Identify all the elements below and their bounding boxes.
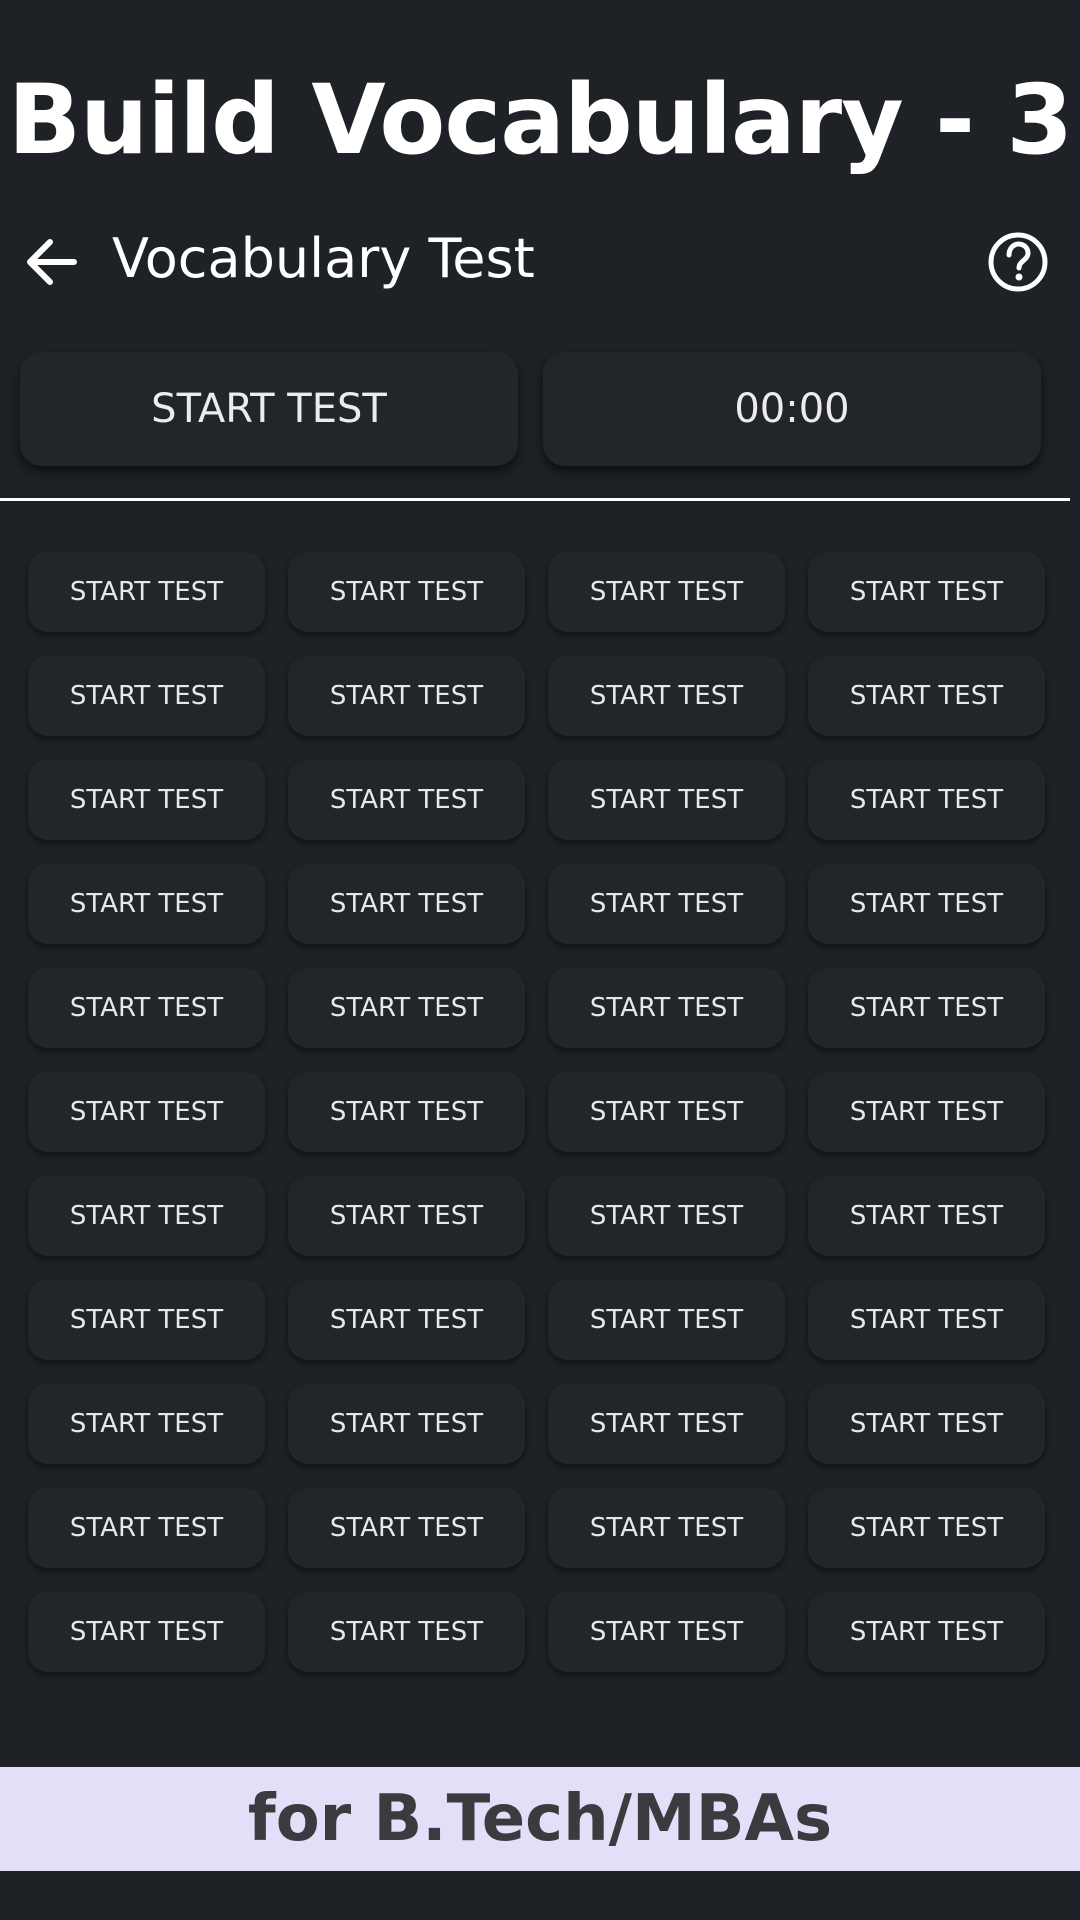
grid-start-test-button[interactable]: START TEST bbox=[808, 656, 1045, 736]
grid-start-test-button[interactable]: START TEST bbox=[548, 968, 785, 1048]
grid-start-test-button[interactable]: START TEST bbox=[288, 656, 525, 736]
grid-start-test-button[interactable]: START TEST bbox=[548, 1176, 785, 1256]
grid-start-test-button[interactable]: START TEST bbox=[288, 1384, 525, 1464]
grid-start-test-button[interactable]: START TEST bbox=[808, 760, 1045, 840]
banner-title: Build Vocabulary - 3 bbox=[7, 64, 1073, 176]
toolbar-title: Vocabulary Test bbox=[112, 227, 535, 290]
grid-start-test-button[interactable]: START TEST bbox=[808, 1176, 1045, 1256]
footer-banner: for B.Tech/MBAs bbox=[0, 1767, 1080, 1871]
grid-start-test-button[interactable]: START TEST bbox=[808, 1592, 1045, 1672]
grid-start-test-button[interactable]: START TEST bbox=[548, 864, 785, 944]
grid-start-test-button[interactable]: START TEST bbox=[28, 1488, 265, 1568]
grid-start-test-button[interactable]: START TEST bbox=[548, 1384, 785, 1464]
grid-start-test-button[interactable]: START TEST bbox=[28, 552, 265, 632]
test-grid: START TEST START TEST START TEST START TEST… bbox=[28, 552, 1048, 1672]
grid-start-test-button[interactable]: START TEST bbox=[808, 968, 1045, 1048]
help-circle-icon bbox=[988, 232, 1048, 292]
timer-display: 00:00 bbox=[543, 352, 1041, 466]
help-button[interactable] bbox=[986, 230, 1050, 294]
grid-start-test-button[interactable]: START TEST bbox=[28, 1072, 265, 1152]
grid-start-test-button[interactable]: START TEST bbox=[808, 1384, 1045, 1464]
grid-start-test-button[interactable]: START TEST bbox=[548, 1280, 785, 1360]
grid-start-test-button[interactable]: START TEST bbox=[288, 760, 525, 840]
grid-start-test-button[interactable]: START TEST bbox=[808, 1488, 1045, 1568]
grid-start-test-button[interactable]: START TEST bbox=[28, 968, 265, 1048]
start-test-button[interactable]: START TEST bbox=[20, 352, 518, 466]
grid-start-test-button[interactable]: START TEST bbox=[28, 864, 265, 944]
grid-start-test-button[interactable]: START TEST bbox=[548, 1592, 785, 1672]
grid-start-test-button[interactable]: START TEST bbox=[288, 968, 525, 1048]
grid-start-test-button[interactable]: START TEST bbox=[288, 1072, 525, 1152]
grid-start-test-button[interactable]: START TEST bbox=[28, 1176, 265, 1256]
grid-start-test-button[interactable]: START TEST bbox=[288, 864, 525, 944]
grid-start-test-button[interactable]: START TEST bbox=[548, 552, 785, 632]
grid-start-test-button[interactable]: START TEST bbox=[28, 656, 265, 736]
grid-start-test-button[interactable]: START TEST bbox=[808, 1072, 1045, 1152]
grid-start-test-button[interactable]: START TEST bbox=[808, 1280, 1045, 1360]
grid-start-test-button[interactable]: START TEST bbox=[808, 552, 1045, 632]
app-toolbar: Vocabulary Test bbox=[0, 210, 1080, 306]
grid-start-test-button[interactable]: START TEST bbox=[288, 1488, 525, 1568]
divider bbox=[0, 498, 1070, 501]
grid-start-test-button[interactable]: START TEST bbox=[548, 760, 785, 840]
arrow-left-icon bbox=[27, 239, 77, 285]
back-button[interactable] bbox=[22, 234, 84, 290]
grid-start-test-button[interactable]: START TEST bbox=[28, 1280, 265, 1360]
grid-start-test-button[interactable]: START TEST bbox=[288, 1280, 525, 1360]
grid-start-test-button[interactable]: START TEST bbox=[808, 864, 1045, 944]
grid-start-test-button[interactable]: START TEST bbox=[548, 656, 785, 736]
grid-start-test-button[interactable]: START TEST bbox=[288, 1176, 525, 1256]
grid-start-test-button[interactable]: START TEST bbox=[288, 552, 525, 632]
grid-start-test-button[interactable]: START TEST bbox=[548, 1488, 785, 1568]
grid-start-test-button[interactable]: START TEST bbox=[28, 1592, 265, 1672]
grid-start-test-button[interactable]: START TEST bbox=[28, 760, 265, 840]
grid-start-test-button[interactable]: START TEST bbox=[548, 1072, 785, 1152]
grid-start-test-button[interactable]: START TEST bbox=[28, 1384, 265, 1464]
grid-start-test-button[interactable]: START TEST bbox=[288, 1592, 525, 1672]
